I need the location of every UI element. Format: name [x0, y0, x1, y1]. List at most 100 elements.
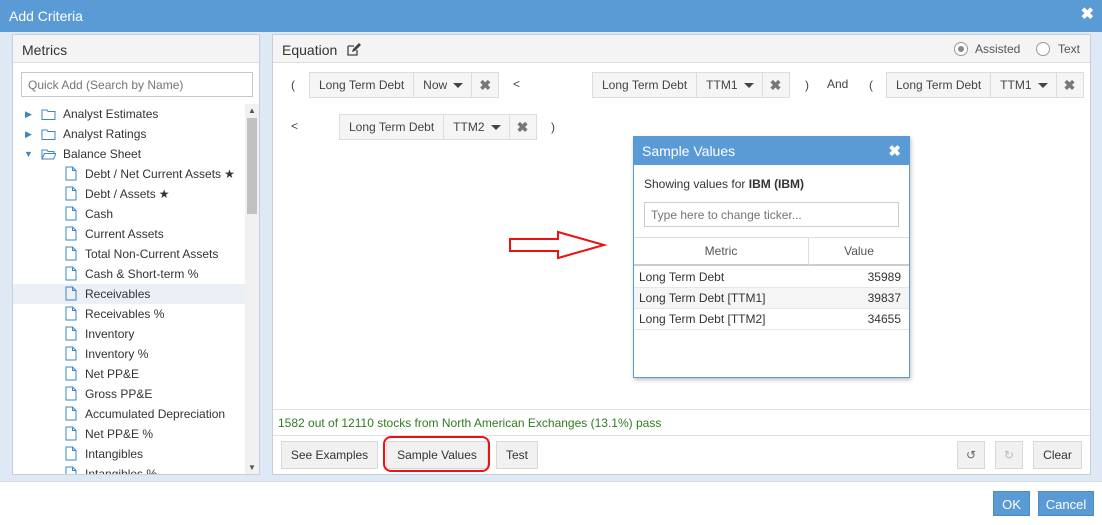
caret-down-icon[interactable]: ▼: [24, 144, 33, 164]
tree-item-label: Total Non-Current Assets: [85, 247, 219, 261]
tree-metric-item[interactable]: Inventory %: [13, 344, 245, 364]
tree-metric-item[interactable]: Intangibles %: [13, 464, 245, 474]
close-icon[interactable]: ✖: [1081, 7, 1094, 23]
red-arrow-annotation: [509, 230, 608, 260]
tree-metric-item[interactable]: Cash: [13, 204, 245, 224]
metrics-panel: Metrics ▶ Analyst Estimates ▶ Analyst Ra…: [12, 34, 260, 475]
cancel-button[interactable]: Cancel: [1038, 491, 1094, 516]
document-icon: [65, 466, 77, 474]
tree-item-label: Debt / Net Current Assets: [85, 167, 222, 181]
row-value: 34655: [867, 312, 901, 326]
ticker-input[interactable]: [644, 202, 899, 227]
metrics-tree: ▶ Analyst Estimates ▶ Analyst Ratings ▼ …: [13, 104, 245, 474]
tree-metric-item[interactable]: Gross PP&E: [13, 384, 245, 404]
column-header-metric[interactable]: Metric: [634, 238, 809, 265]
chip-metric[interactable]: Long Term Debt: [340, 115, 445, 139]
document-icon: [65, 406, 77, 421]
folder-icon: [41, 109, 56, 120]
undo-icon[interactable]: ↺: [957, 441, 985, 469]
tree-metric-item[interactable]: Accumulated Depreciation: [13, 404, 245, 424]
document-icon: [65, 446, 77, 461]
tree-metric-item[interactable]: Net PP&E %: [13, 424, 245, 444]
dialog-titlebar: Add Criteria ✖: [0, 0, 1102, 32]
quick-add-search-input[interactable]: [21, 72, 253, 97]
open-paren: (: [291, 78, 295, 92]
tree-folder-analyst-ratings[interactable]: ▶ Analyst Ratings: [13, 124, 245, 144]
dialog-footer: [0, 481, 1102, 525]
row-metric: Long Term Debt [TTM2]: [639, 312, 766, 326]
tree-metric-item[interactable]: Debt / Net Current Assets ★: [13, 164, 245, 184]
row-metric: Long Term Debt: [639, 270, 725, 284]
and-operator[interactable]: And: [827, 77, 848, 91]
remove-icon[interactable]: ✖: [510, 115, 536, 139]
less-than-operator[interactable]: <: [291, 119, 298, 133]
assisted-radio[interactable]: [954, 42, 968, 56]
chip-metric[interactable]: Long Term Debt: [887, 73, 992, 97]
close-icon[interactable]: ✖: [888, 142, 901, 160]
tree-item-label: Current Assets: [85, 227, 164, 241]
chip-metric[interactable]: Long Term Debt: [593, 73, 698, 97]
folder-open-icon: [41, 149, 56, 160]
edit-icon[interactable]: [347, 43, 361, 56]
row-value: 35989: [867, 270, 901, 284]
remove-icon[interactable]: ✖: [1057, 73, 1083, 97]
less-than-operator[interactable]: <: [513, 77, 520, 91]
redo-icon[interactable]: ↻: [995, 441, 1023, 469]
tree-item-label: Analyst Estimates: [63, 107, 159, 121]
column-header-value[interactable]: Value: [809, 238, 909, 265]
tree-item-label: Intangibles: [85, 447, 144, 461]
chip-period-dropdown[interactable]: TTM2: [444, 115, 510, 139]
tree-item-label: Gross PP&E: [85, 387, 153, 401]
see-examples-button[interactable]: See Examples: [281, 441, 378, 469]
tree-folder-analyst-estimates[interactable]: ▶ Analyst Estimates: [13, 104, 245, 124]
dialog-title: Add Criteria: [9, 8, 83, 24]
sample-values-highlight: [383, 436, 490, 472]
tree-metric-item[interactable]: Intangibles: [13, 444, 245, 464]
tree-metric-item-selected[interactable]: Receivables: [13, 284, 245, 304]
document-icon: [65, 266, 77, 281]
showing-values-text: Showing values for IBM (IBM): [644, 177, 805, 191]
chip-period-dropdown[interactable]: TTM1: [697, 73, 763, 97]
sample-values-header: Sample Values ✖: [634, 137, 909, 165]
pass-count-status: 1582 out of 12110 stocks from North Amer…: [278, 416, 662, 430]
tree-metric-item[interactable]: Cash & Short-term %: [13, 264, 245, 284]
sample-values-popup: Sample Values ✖ Showing values for IBM (…: [633, 136, 910, 378]
tree-item-label: Receivables %: [85, 307, 165, 321]
ticker-name: IBM (IBM): [748, 177, 805, 191]
scrollbar-thumb[interactable]: [247, 118, 257, 214]
tree-metric-item[interactable]: Inventory: [13, 324, 245, 344]
row-metric: Long Term Debt [TTM1]: [639, 291, 766, 305]
scroll-down-arrow-icon[interactable]: ▼: [248, 463, 256, 472]
tree-folder-balance-sheet[interactable]: ▼ Balance Sheet: [13, 144, 245, 164]
text-radio[interactable]: [1036, 42, 1050, 56]
document-icon: [65, 286, 77, 301]
ok-button[interactable]: OK: [993, 491, 1030, 516]
caret-right-icon[interactable]: ▶: [25, 124, 32, 144]
tree-item-label: Analyst Ratings: [63, 127, 147, 141]
caret-right-icon[interactable]: ▶: [25, 104, 32, 124]
criteria-chip: Long Term Debt TTM1 ✖: [592, 72, 790, 98]
tree-item-label: Accumulated Depreciation: [85, 407, 226, 421]
metrics-scrollbar[interactable]: ▲ ▼: [245, 104, 259, 474]
chip-period-dropdown[interactable]: Now: [414, 73, 473, 97]
remove-icon[interactable]: ✖: [472, 73, 498, 97]
tree-metric-item[interactable]: Debt / Assets ★: [13, 184, 245, 204]
chip-metric[interactable]: Long Term Debt: [310, 73, 415, 97]
remove-icon[interactable]: ✖: [763, 73, 789, 97]
star-icon: ★: [224, 167, 235, 181]
text-label: Text: [1058, 42, 1081, 56]
tree-item-label: Inventory %: [85, 347, 149, 361]
test-button[interactable]: Test: [496, 441, 538, 469]
tree-metric-item[interactable]: Total Non-Current Assets: [13, 244, 245, 264]
star-icon: ★: [158, 187, 170, 201]
criteria-chip: Long Term Debt TTM2 ✖: [339, 114, 537, 140]
clear-button[interactable]: Clear: [1033, 441, 1082, 469]
chip-period-dropdown[interactable]: TTM1: [991, 73, 1057, 97]
row-value: 39837: [867, 291, 901, 305]
assisted-label: Assisted: [975, 42, 1021, 56]
tree-metric-item[interactable]: Receivables %: [13, 304, 245, 324]
tree-metric-item[interactable]: Current Assets: [13, 224, 245, 244]
scroll-up-arrow-icon[interactable]: ▲: [248, 106, 256, 115]
tree-metric-item[interactable]: Net PP&E: [13, 364, 245, 384]
table-row: Long Term Debt [TTM2] 34655: [634, 309, 909, 330]
